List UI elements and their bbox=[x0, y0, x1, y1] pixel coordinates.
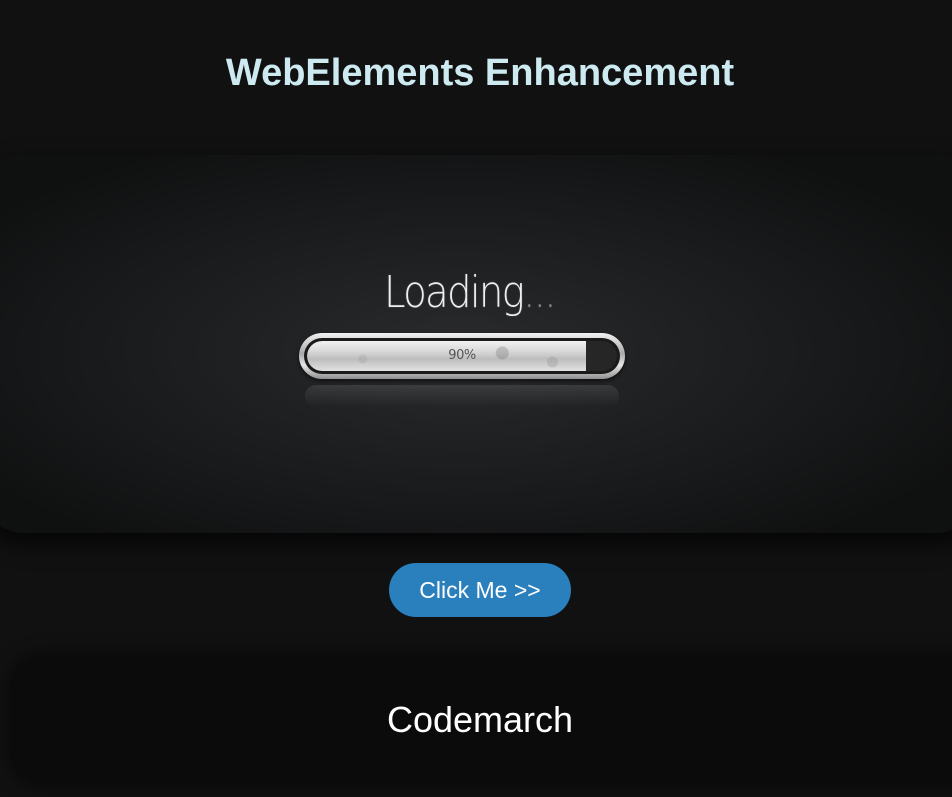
footer-brand: Codemarch bbox=[386, 699, 574, 740]
footer: Codemarch bbox=[10, 655, 952, 785]
progress-bar-inner: 90% bbox=[304, 338, 620, 374]
loading-dots: ... bbox=[523, 267, 556, 318]
page: WebElements Enhancement Loading... 90% C… bbox=[0, 0, 952, 797]
progress-percent-label: 90% bbox=[448, 348, 476, 363]
hero-banner-image: Loading... 90% bbox=[0, 155, 952, 533]
page-title: WebElements Enhancement bbox=[225, 52, 735, 94]
click-me-button[interactable]: Click Me >> bbox=[389, 563, 571, 617]
loading-label: Loading bbox=[384, 267, 525, 318]
progress-track: 90% bbox=[307, 341, 617, 371]
progress-bar: 90% bbox=[299, 333, 625, 379]
progress-bar-reflection bbox=[305, 385, 619, 407]
loading-text: Loading... bbox=[384, 267, 557, 319]
